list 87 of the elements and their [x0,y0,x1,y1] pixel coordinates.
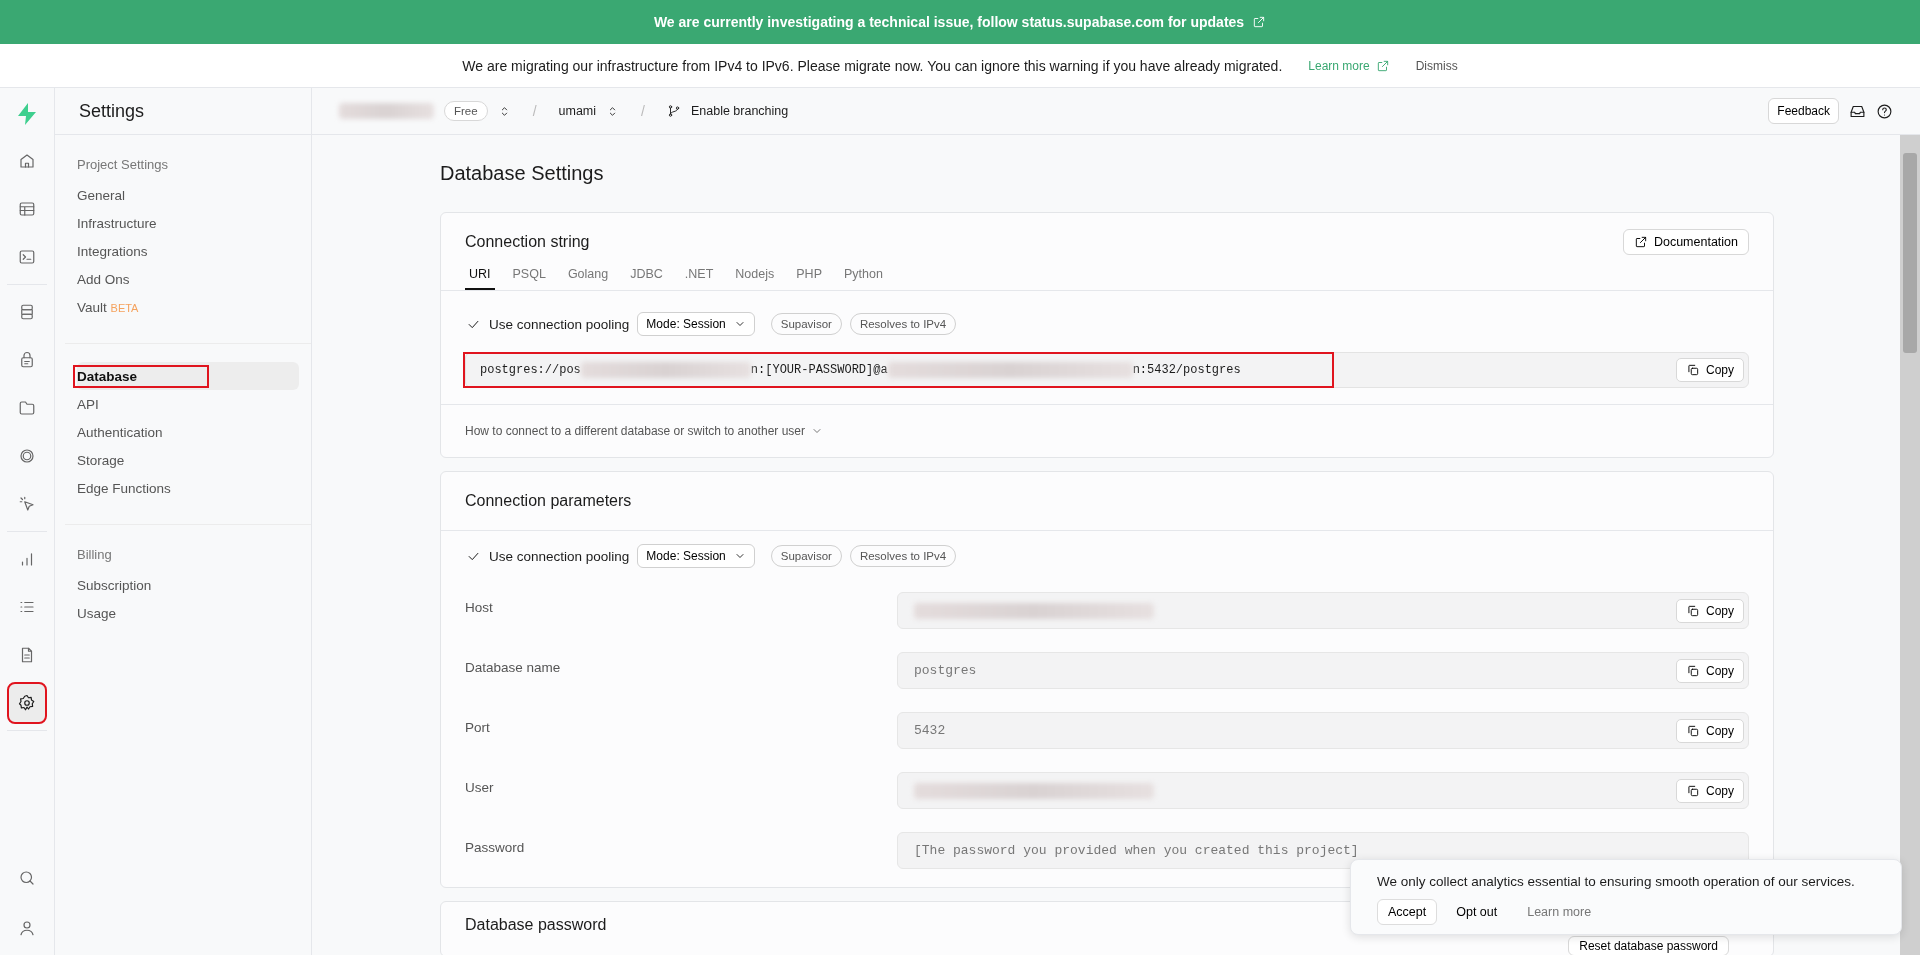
language-tab[interactable]: .NET [680,260,718,290]
sidebar-item[interactable]: API [77,390,299,418]
settings-icon [18,694,36,712]
field-label: Port [465,719,491,737]
terminal-icon [18,248,36,266]
database-icon [18,303,36,321]
section-heading: Project Settings [77,155,170,174]
input-field[interactable]: postgres Copy [897,652,1749,689]
reset-password-button[interactable]: Reset database password [1568,936,1729,955]
language-tab[interactable]: Golang [563,260,613,290]
copy-button[interactable]: Copy [1676,598,1744,623]
field-label: Host [465,599,494,617]
section-heading: Billing [77,545,113,564]
language-tab[interactable]: URI [465,260,495,290]
sidebar-item[interactable]: Vault BETA [77,293,299,321]
sidebar-item[interactable]: Infrastructure [77,209,299,237]
copy-button[interactable]: Copy [1676,658,1744,683]
accept-button[interactable]: Accept [1377,899,1438,925]
table-icon [18,200,36,218]
copy-button[interactable]: Copy [1676,778,1744,803]
opt-out-button[interactable]: Opt out [1445,899,1509,925]
copy-icon [1686,603,1700,618]
folder-icon [18,399,36,417]
scrollbar[interactable] [1900,135,1920,955]
sidebar-item[interactable]: Storage [77,446,299,474]
breadcrumb-separator: / [641,103,645,119]
connection-string-text: n:5432/postgres [1132,363,1241,377]
connection-string-text: n:[YOUR-PASSWORD]@a [750,363,888,377]
input-field[interactable]: Copy [897,592,1749,629]
sidebar-item[interactable]: Usage [77,599,299,627]
branch-icon [666,104,681,118]
card-title: Database password [465,915,607,935]
home-icon [18,152,36,170]
sidebar-item[interactable]: Subscription [77,571,299,599]
feedback-button[interactable]: Feedback [1768,98,1839,124]
external-link-icon [1375,58,1390,73]
field-label: User [465,779,495,797]
documentation-button[interactable]: Documentation [1622,229,1749,255]
ring-icon [18,447,36,465]
sidebar-item[interactable]: Integrations [77,237,299,265]
copy-icon [1686,723,1700,738]
help-link[interactable]: How to connect to a different database or switch to another user [465,424,805,438]
sidebar-item[interactable]: Authentication [77,418,299,446]
language-tab[interactable]: PHP [792,260,826,290]
card-title: Connection parameters [465,492,632,510]
card-title: Connection string [465,233,590,251]
lock-icon [18,351,36,369]
learn-more-button[interactable]: Learn more [1516,899,1603,925]
search-icon [18,869,36,887]
language-tab[interactable]: Nodejs [731,260,779,290]
page-title: Database Settings [440,161,605,186]
pooling-label: Use connection pooling [489,548,630,564]
sidebar-item[interactable]: Add Ons [77,265,299,293]
external-link-icon [1252,15,1267,29]
cursor-icon [18,495,36,513]
language-tab[interactable]: PSQL [508,260,550,290]
banner-text: We are currently investigating a technical issue, follow status.supabase.com for updates [653,14,1245,30]
pooling-label: Use connection pooling [489,316,630,332]
dismiss-link[interactable]: Dismiss [1415,58,1458,73]
copy-button[interactable]: Copy [1676,358,1744,382]
plan-badge: Free [444,101,488,121]
sidebar-item[interactable]: General [77,181,299,209]
connection-string-text: postgres://pos [480,363,581,377]
cookie-text: We only collect analytics essential to ensuring smooth operation of our services. [1377,874,1856,889]
branching-button[interactable]: Enable branching [690,104,789,118]
project-selector[interactable]: umami [558,104,597,118]
copy-button[interactable]: Copy [1676,718,1744,743]
sidebar-item[interactable]: Edge Functions [77,474,299,502]
input-field[interactable]: Copy [897,772,1749,809]
copy-icon [1686,363,1700,377]
mode-dropdown[interactable]: Mode: Session [637,312,755,336]
copy-icon [1686,663,1700,678]
user-icon [18,919,36,937]
mode-dropdown[interactable]: Mode: Session [637,544,755,568]
rail-button[interactable] [9,684,45,722]
notice-text: We are migrating our infrastructure from IPv4 to IPv6. Please migrate now. You can ignore this warning if you have already migrated. [462,57,1283,74]
copy-icon [1686,783,1700,798]
breadcrumb-separator: / [532,103,537,119]
language-tab[interactable]: Python [839,260,887,290]
input-field[interactable]: 5432 Copy [897,712,1749,749]
connection-string-field[interactable]: postgres://pos n:[YOUR-PASSWORD]@a n:5432/postgres Copy [465,352,1749,388]
help-icon[interactable] [1876,102,1893,120]
external-link-icon [1633,235,1648,249]
sidebar-title: Settings [55,88,311,135]
language-tab[interactable]: JDBC [626,260,667,290]
field-label: Database name [465,659,562,677]
field-label: Password [465,839,526,857]
